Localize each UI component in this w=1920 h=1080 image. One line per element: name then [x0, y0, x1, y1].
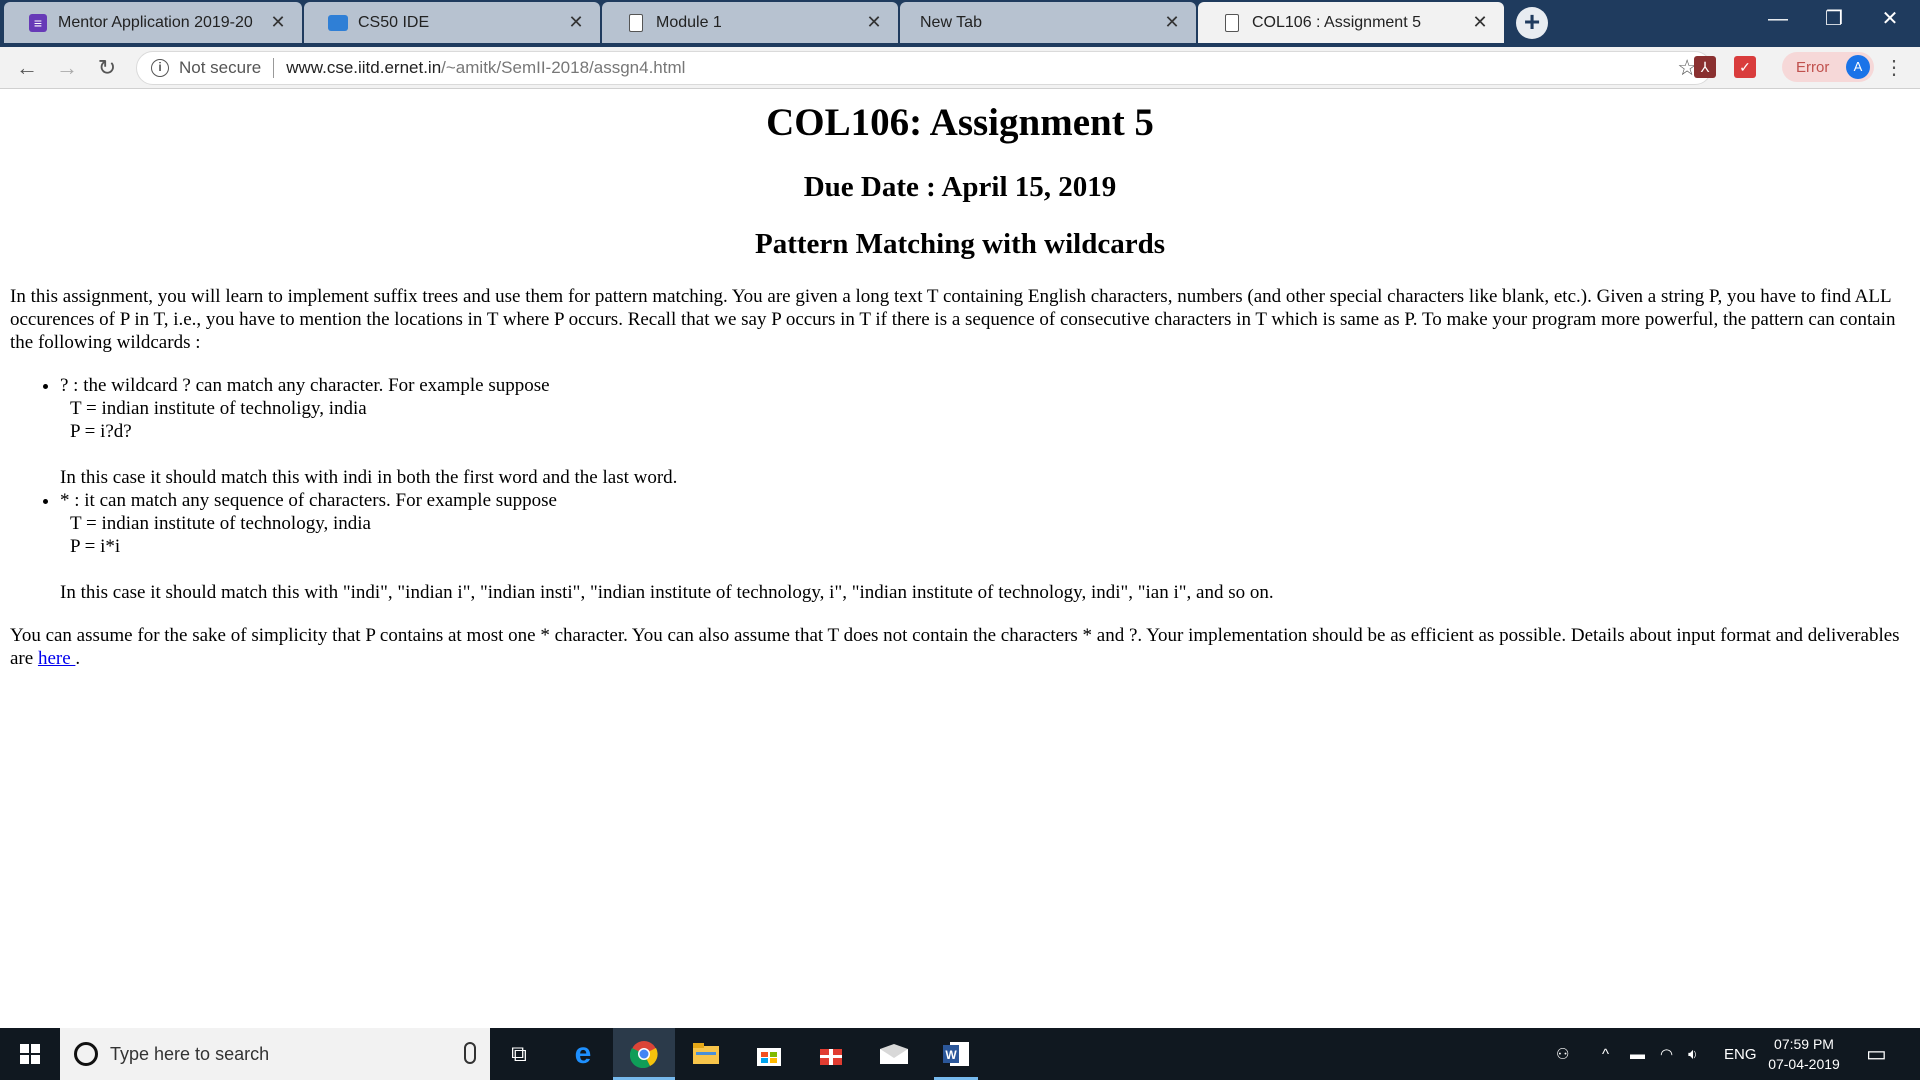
page-content: COL106: Assignment 5 Due Date : April 15… — [0, 90, 1920, 1028]
tab-title: COL106 : Assignment 5 — [1252, 13, 1421, 31]
error-label: Error — [1796, 58, 1830, 76]
tab-cs50-ide[interactable]: CS50 IDE ✕ — [304, 2, 600, 43]
example-text-line: T = indian institute of technology, indi… — [70, 513, 371, 534]
due-date-heading: Due Date : April 15, 2019 — [803, 171, 1117, 203]
windows-taskbar: Type here to search ⧉ e W ⚇ ^ ▬ ◠ 🔉︎ ENG… — [0, 1028, 1920, 1080]
tab-col106-assignment[interactable]: COL106 : Assignment 5 ✕ — [1198, 2, 1504, 43]
wildcard-list: ? : the wildcard ? can match any charact… — [60, 374, 1910, 604]
tab-mentor-application[interactable]: Mentor Application 2019-20 ✕ — [4, 2, 302, 43]
microphone-icon[interactable] — [464, 1042, 476, 1064]
close-icon[interactable]: ✕ — [268, 12, 288, 33]
action-center-icon[interactable]: ▭ — [1866, 1028, 1887, 1080]
gift-app-icon[interactable] — [815, 1038, 847, 1070]
pdf-extension-icon[interactable]: ⅄ — [1694, 56, 1716, 78]
reload-icon[interactable]: ↻ — [92, 53, 122, 83]
page-title: COL106: Assignment 5 — [766, 101, 1154, 144]
edge-icon[interactable]: e — [567, 1037, 599, 1070]
tab-new-tab[interactable]: New Tab ✕ — [900, 2, 1196, 43]
subtitle-heading: Pattern Matching with wildcards — [755, 228, 1165, 260]
tab-title: New Tab — [920, 13, 982, 31]
word-icon[interactable]: W — [940, 1038, 972, 1070]
windows-logo-icon — [20, 1044, 40, 1064]
example-pattern-line: P = i?d? — [70, 421, 132, 442]
file-explorer-icon[interactable] — [690, 1038, 722, 1070]
wildcard-description: ? : the wildcard ? can match any charact… — [60, 375, 550, 396]
task-view-icon[interactable]: ⧉ — [503, 1038, 535, 1070]
cortana-icon — [74, 1042, 98, 1066]
address-separator — [273, 58, 275, 78]
search-placeholder: Type here to search — [110, 1043, 270, 1064]
google-forms-icon — [28, 13, 48, 33]
security-label[interactable]: Not secure — [179, 58, 261, 78]
people-icon[interactable]: ⚇ — [1556, 1028, 1569, 1080]
close-icon[interactable]: ✕ — [1470, 12, 1490, 33]
restore-icon[interactable]: ❐ — [1806, 0, 1862, 40]
battery-icon[interactable]: ▬ — [1630, 1028, 1645, 1080]
mail-icon[interactable] — [878, 1038, 910, 1070]
tab-module-1[interactable]: Module 1 ✕ — [602, 2, 898, 43]
intro-paragraph: In this assignment, you will learn to im… — [10, 286, 1896, 353]
wifi-icon[interactable]: ◠ — [1660, 1028, 1673, 1080]
wildcard-explanation: In this case it should match this with "… — [60, 582, 1274, 603]
url-path[interactable]: /~amitk/SemII-2018/assgn4.html — [441, 58, 685, 78]
close-icon[interactable]: ✕ — [864, 12, 884, 33]
tab-title: Module 1 — [656, 13, 722, 31]
svg-text:W: W — [945, 1048, 957, 1062]
page-icon — [1222, 13, 1242, 33]
forward-arrow-icon[interactable]: → — [52, 53, 82, 83]
taskbar-search-box[interactable]: Type here to search — [60, 1028, 490, 1080]
info-icon[interactable]: i — [151, 59, 169, 77]
close-icon[interactable]: ✕ — [566, 12, 586, 33]
outro-end: . — [75, 648, 81, 669]
store-icon[interactable] — [753, 1038, 785, 1070]
window-close-icon[interactable]: ✕ — [1862, 0, 1918, 40]
avatar: A — [1846, 55, 1870, 79]
tab-title: Mentor Application 2019-20 — [58, 13, 253, 31]
list-item: ? : the wildcard ? can match any charact… — [60, 374, 1910, 489]
start-button[interactable] — [0, 1028, 60, 1080]
url-host[interactable]: www.cse.iitd.ernet.in — [286, 58, 441, 78]
clock-time: 07:59 PM — [1774, 1036, 1834, 1052]
chrome-icon[interactable] — [628, 1038, 660, 1070]
browser-tab-strip: Mentor Application 2019-20 ✕ CS50 IDE ✕ … — [0, 0, 1920, 47]
outro-text: You can assume for the sake of simplicit… — [10, 625, 1900, 669]
cs50-cloud-icon — [328, 13, 348, 33]
system-clock[interactable]: 07:59 PM 07-04-2019 — [1762, 1034, 1846, 1074]
example-text-line: T = indian institute of technoligy, indi… — [70, 398, 367, 419]
profile-error-button[interactable]: Error A — [1782, 52, 1874, 82]
kebab-menu-icon[interactable]: ⋮ — [1884, 55, 1904, 80]
page-icon — [626, 13, 646, 33]
clock-date: 07-04-2019 — [1768, 1056, 1840, 1072]
wildcard-explanation: In this case it should match this with i… — [60, 467, 678, 488]
volume-icon[interactable]: 🔉︎ — [1688, 1028, 1697, 1080]
address-bar[interactable]: i Not secure www.cse.iitd.ernet.in /~ami… — [136, 51, 1712, 85]
new-tab-button[interactable]: + — [1516, 7, 1548, 39]
back-arrow-icon[interactable]: ← — [12, 53, 42, 83]
language-indicator[interactable]: ENG — [1724, 1028, 1757, 1080]
minimize-icon[interactable]: — — [1750, 0, 1806, 40]
example-pattern-line: P = i*i — [70, 536, 121, 557]
close-icon[interactable]: ✕ — [1162, 12, 1182, 33]
wildcard-description: * : it can match any sequence of charact… — [60, 490, 557, 511]
browser-toolbar: ← → ↻ i Not secure www.cse.iitd.ernet.in… — [0, 47, 1920, 89]
list-item: * : it can match any sequence of charact… — [60, 489, 1910, 604]
outro-paragraph: You can assume for the sake of simplicit… — [10, 624, 1910, 670]
chevron-up-icon[interactable]: ^ — [1602, 1028, 1609, 1080]
pocket-extension-icon[interactable] — [1734, 56, 1756, 78]
tab-title: CS50 IDE — [358, 13, 430, 31]
details-link[interactable]: here — [38, 648, 75, 669]
